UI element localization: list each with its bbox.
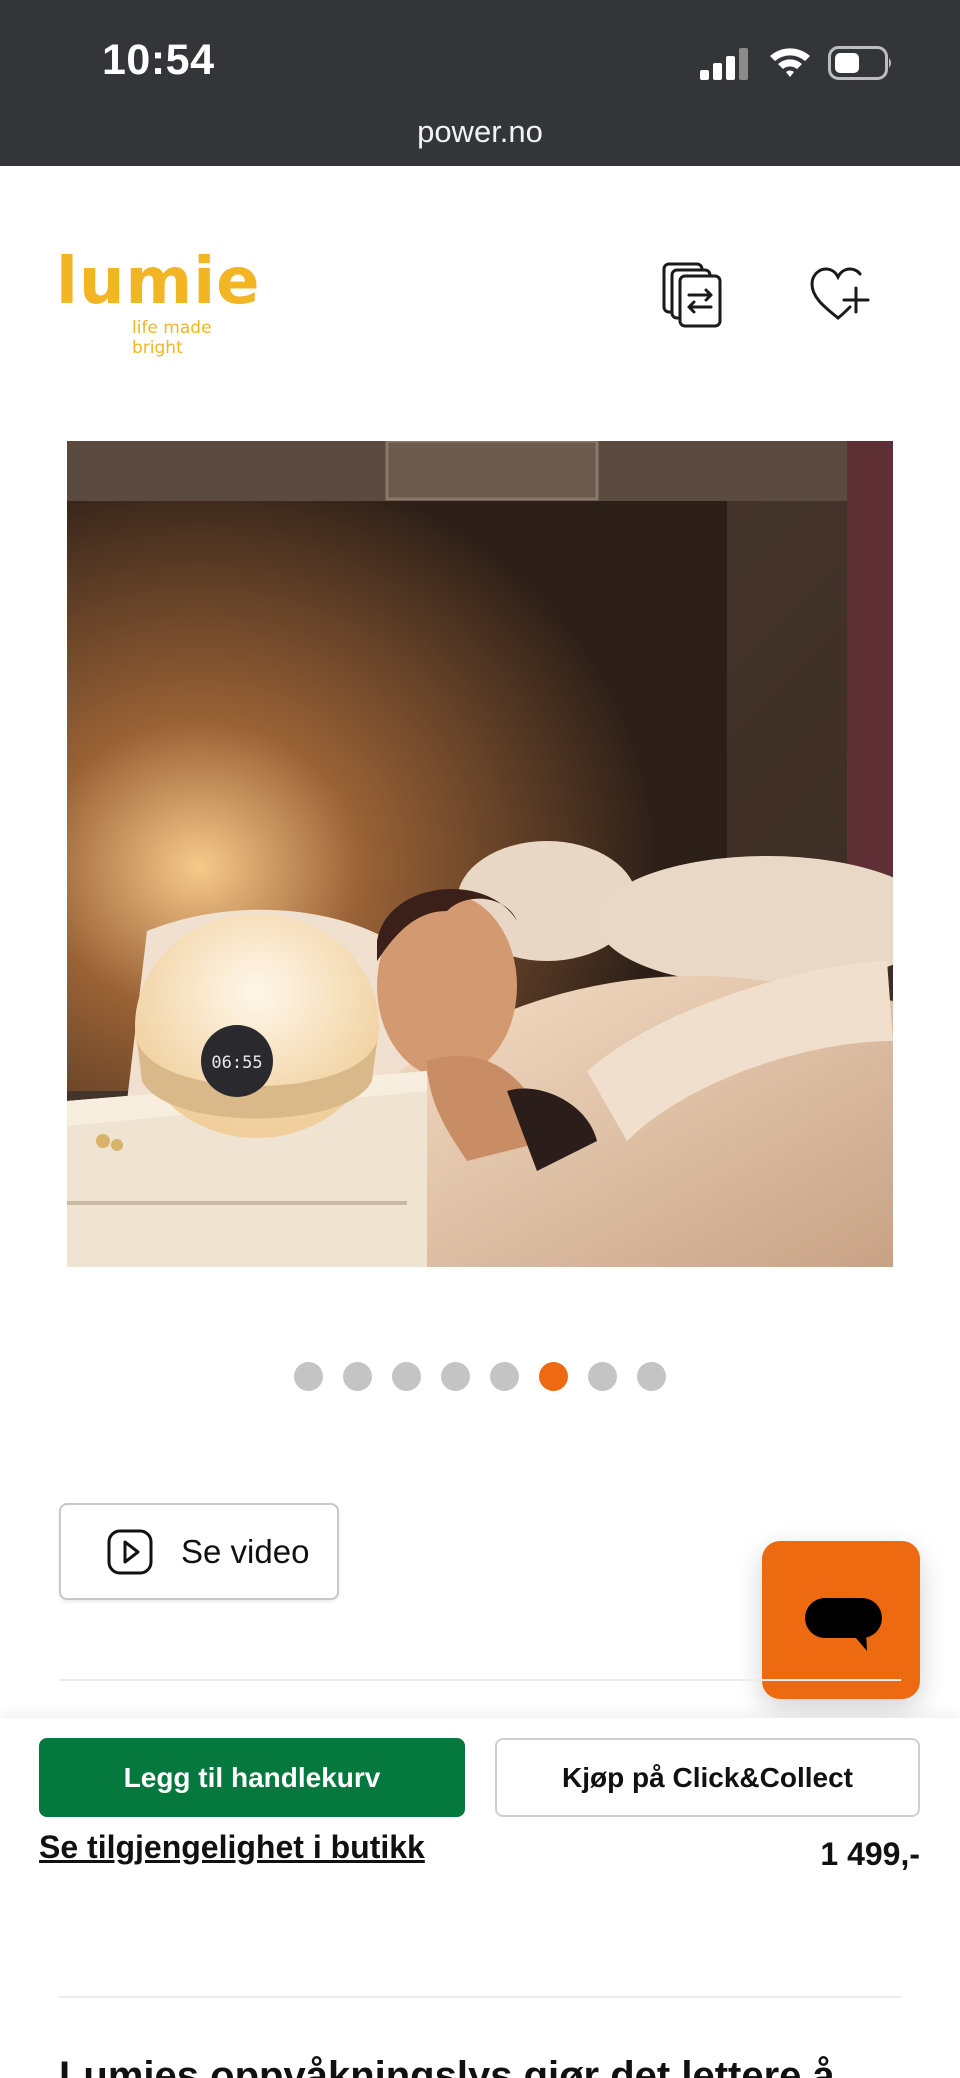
compare-icon[interactable] — [662, 262, 726, 328]
product-photo: 06:55 — [67, 441, 893, 1267]
status-bar: 10:54 power.no — [0, 0, 960, 166]
address-bar-url[interactable]: power.no — [0, 114, 960, 150]
battery-icon — [828, 46, 891, 80]
carousel-dot[interactable] — [343, 1362, 372, 1391]
carousel-dot[interactable] — [637, 1362, 666, 1391]
logo-tagline: life made bright — [132, 318, 212, 358]
chat-button[interactable] — [762, 1541, 920, 1699]
carousel-dot[interactable] — [588, 1362, 617, 1391]
carousel-dot[interactable] — [294, 1362, 323, 1391]
logo-wordmark: lumie — [56, 245, 261, 319]
carousel-dot[interactable] — [392, 1362, 421, 1391]
status-time: 10:54 — [102, 36, 215, 84]
clock-display: 06:55 — [211, 1053, 262, 1073]
signal-icon — [700, 48, 748, 80]
product-price: 1 499,- — [820, 1836, 920, 1872]
chat-bubble-icon — [805, 1598, 882, 1651]
divider — [59, 1996, 901, 1998]
add-to-cart-button[interactable]: Legg til handlekurv — [39, 1738, 465, 1817]
wifi-icon — [770, 48, 810, 77]
carousel-dot[interactable] — [490, 1362, 519, 1391]
watch-video-button[interactable]: Se video — [59, 1503, 339, 1600]
carousel-dots[interactable] — [0, 1362, 960, 1394]
brand-logo[interactable]: lumie life made bright — [56, 245, 266, 358]
product-image[interactable]: 06:55 — [67, 441, 893, 1267]
watch-video-label: Se video — [181, 1532, 310, 1570]
description-title: Lumies oppvåkningslys gjør det lettere å — [59, 2054, 835, 2078]
store-availability-link[interactable]: Se tilgjengelighet i butikk — [39, 1829, 425, 1866]
play-icon — [107, 1529, 153, 1574]
heart-plus-icon[interactable] — [808, 266, 870, 324]
carousel-dot[interactable] — [441, 1362, 470, 1391]
divider — [59, 1679, 901, 1681]
click-collect-button[interactable]: Kjøp på Click&Collect — [495, 1738, 920, 1817]
carousel-dot-active[interactable] — [539, 1362, 568, 1391]
